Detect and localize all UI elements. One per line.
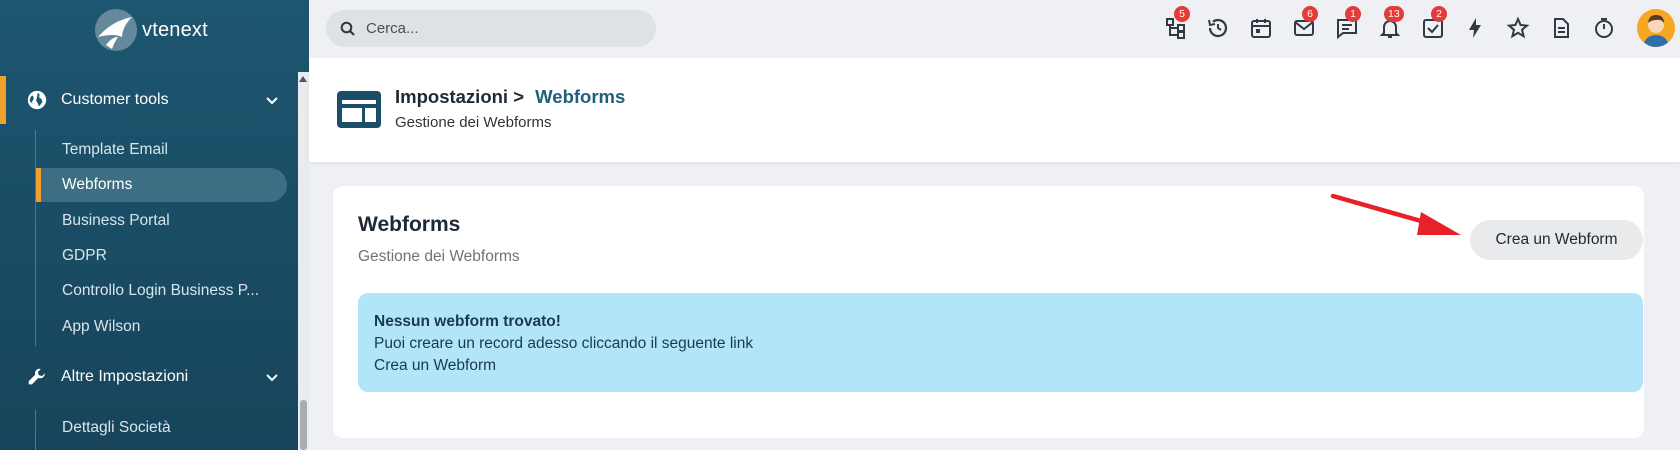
page-header: Impostazioni > Webforms Gestione dei Web… bbox=[309, 58, 1680, 162]
alert-text: Puoi creare un record adesso cliccando i… bbox=[374, 335, 754, 352]
empty-state-alert: Nessun webform trovato! Puoi creare un r… bbox=[358, 293, 1643, 392]
page-subtitle: Gestione dei Webforms bbox=[395, 114, 552, 131]
sidebar-item-webforms[interactable]: Webforms bbox=[36, 168, 287, 202]
sidebar-item-app-wilson[interactable]: App Wilson bbox=[36, 310, 287, 344]
document-icon[interactable] bbox=[1549, 16, 1573, 40]
calendar-icon[interactable] bbox=[1249, 16, 1273, 40]
star-icon[interactable] bbox=[1506, 16, 1530, 40]
mail-badge: 6 bbox=[1302, 6, 1318, 22]
shark-logo-icon bbox=[95, 9, 137, 51]
sidebar-scrollbar[interactable] bbox=[298, 72, 309, 450]
sidebar-item-business-portal[interactable]: Business Portal bbox=[36, 204, 287, 238]
search-placeholder: Cerca... bbox=[366, 20, 419, 37]
sidebar-item-dettagli-societa[interactable]: Dettagli Società bbox=[36, 411, 287, 445]
sidebar-item-controllo-login[interactable]: Controllo Login Business P... bbox=[36, 274, 287, 308]
topbar: Cerca... 5 6 1 13 2 bbox=[309, 0, 1680, 57]
search-input[interactable]: Cerca... bbox=[326, 10, 656, 47]
chevron-down-icon bbox=[266, 97, 278, 105]
notifications-badge: 13 bbox=[1384, 6, 1404, 22]
scrollbar-thumb[interactable] bbox=[300, 400, 307, 450]
user-avatar[interactable] bbox=[1637, 9, 1675, 47]
timer-icon[interactable] bbox=[1592, 16, 1616, 40]
create-webform-button[interactable]: Crea un Webform bbox=[1470, 220, 1643, 260]
search-icon bbox=[340, 21, 355, 36]
breadcrumb-current[interactable]: Webforms bbox=[535, 86, 625, 107]
card-title: Webforms bbox=[358, 213, 461, 236]
red-arrow-annotation bbox=[1330, 193, 1461, 235]
wrench-icon bbox=[28, 368, 45, 385]
alert-title: Nessun webform trovato! bbox=[374, 313, 561, 330]
sidebar-group-customer-tools[interactable]: Customer tools bbox=[0, 76, 298, 124]
history-icon[interactable] bbox=[1206, 16, 1230, 40]
globe-icon bbox=[27, 90, 47, 110]
breadcrumb-root[interactable]: Impostazioni > bbox=[395, 86, 524, 107]
breadcrumb: Impostazioni > Webforms bbox=[395, 86, 625, 108]
webform-icon bbox=[337, 91, 381, 128]
scroll-up-icon[interactable] bbox=[299, 76, 307, 82]
chat-badge: 1 bbox=[1345, 6, 1361, 22]
avatar-person-icon bbox=[1643, 15, 1669, 47]
sidebar-item-template-email[interactable]: Template Email bbox=[36, 133, 287, 167]
card-subtitle: Gestione dei Webforms bbox=[358, 248, 520, 265]
tasks-badge: 2 bbox=[1431, 6, 1447, 22]
alert-create-link[interactable]: Crea un Webform bbox=[374, 355, 1643, 377]
sidebar: vtenext Customer tools Template Email We… bbox=[0, 0, 309, 450]
sidebar-group-label: Altre Impostazioni bbox=[61, 368, 189, 385]
app-logo[interactable]: vtenext bbox=[92, 6, 208, 54]
lightning-icon[interactable] bbox=[1463, 16, 1487, 40]
sidebar-group-label: Customer tools bbox=[61, 91, 169, 108]
chevron-down-icon bbox=[266, 374, 278, 382]
hierarchy-badge: 5 bbox=[1174, 6, 1190, 22]
sidebar-item-gdpr[interactable]: GDPR bbox=[36, 239, 287, 273]
logo-text: vtenext bbox=[142, 18, 208, 41]
sidebar-group-altre-impostazioni[interactable]: Altre Impostazioni bbox=[0, 353, 298, 401]
